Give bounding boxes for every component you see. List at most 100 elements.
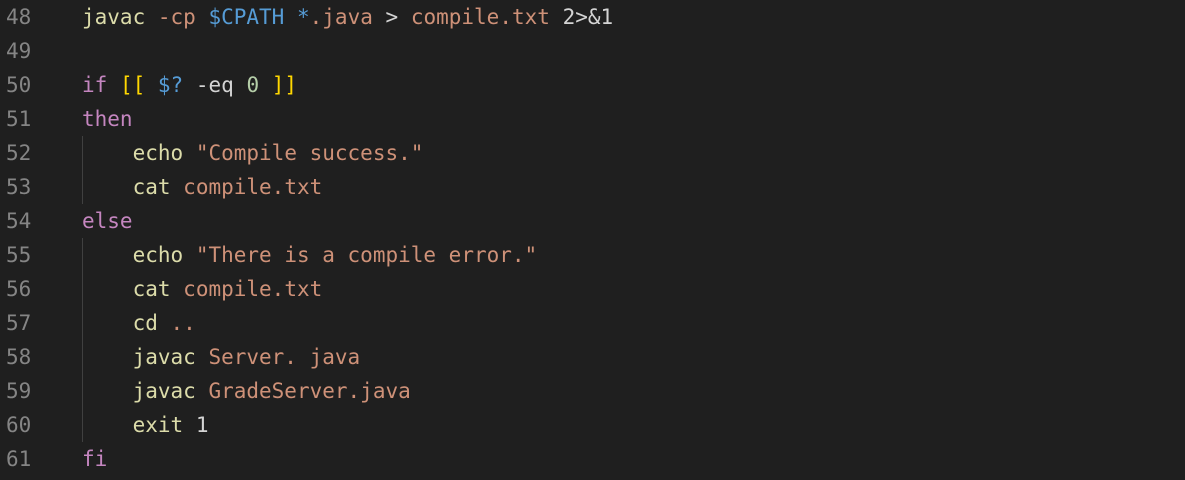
code-line[interactable]: 61 fi [0,442,1185,476]
code-line[interactable]: 56 cat compile.txt [0,272,1185,306]
code-line[interactable]: 49 [0,34,1185,68]
code-token-plain: -eq [195,73,234,97]
line-number: 57 [6,311,32,335]
code-token-num: 0 [246,73,260,97]
line-code: echo "There is a compile error." [82,238,538,272]
line-code: javac GradeServer.java [82,374,411,408]
code-token-br1: [[ [119,73,146,97]
line-code: exit 1 [82,408,209,442]
code-line[interactable]: 48 javac -cp $CPATH *.java > compile.txt … [0,0,1185,34]
code-token-plain: 2>&1 [562,5,614,29]
line-number: 59 [6,379,32,403]
line-code: fi [82,442,107,476]
line-code: cat compile.txt [82,170,323,204]
line-number: 51 [6,107,32,131]
code-token-cmd: exit [132,413,184,437]
indent-guide-else [82,238,83,442]
code-token-cmd: cd [132,311,158,335]
code-line[interactable]: 54 else [0,204,1185,238]
code-token-op: > [385,5,399,29]
code-token-cmd: javac [132,379,196,403]
line-number: 53 [6,175,32,199]
code-line[interactable]: 59 javac GradeServer.java [0,374,1185,408]
line-code: then [82,102,133,136]
code-token-kw: else [82,209,133,233]
code-token-str: .. [170,311,196,335]
code-token-cmd: echo [132,243,184,267]
line-number: 50 [6,73,32,97]
code-line[interactable]: 52 echo "Compile success." [0,136,1185,170]
line-number: 61 [6,447,32,471]
code-token-var: $CPATH [208,5,285,29]
code-token-br1: ]] [271,73,298,97]
code-token-str: compile.txt [183,277,323,301]
code-token-str: "There is a compile error." [195,243,538,267]
line-number: 60 [6,413,32,437]
code-token-kw: then [82,107,133,131]
code-token-str: Server. [208,345,297,369]
code-token-str: "Compile success." [195,141,424,165]
code-line[interactable]: 55 echo "There is a compile error." [0,238,1185,272]
code-line[interactable]: 53 cat compile.txt [0,170,1185,204]
line-number: 56 [6,277,32,301]
line-number: 58 [6,345,32,369]
code-token-str: .java [309,5,373,29]
code-token-var: $? [157,73,184,97]
line-code: echo "Compile success." [82,136,424,170]
line-number: 48 [6,5,32,29]
line-number: 54 [6,209,32,233]
code-token-cmd: echo [132,141,184,165]
code-token-var: * [296,5,310,29]
line-number: 49 [6,39,32,63]
line-number: 52 [6,141,32,165]
code-line[interactable]: 57 cd .. [0,306,1185,340]
code-editor[interactable]: 48 javac -cp $CPATH *.java > compile.txt … [0,0,1185,480]
code-token-kw: if [82,73,108,97]
line-code: cd .. [82,306,196,340]
code-line[interactable]: 50 if [[ $? -eq 0 ]] [0,68,1185,102]
code-token-cmd: cat [132,175,171,199]
code-token-cmd: javac [132,345,196,369]
code-line[interactable]: 58 javac Server. java [0,340,1185,374]
code-token-str: -cp [157,5,196,29]
code-token-cmd: javac [82,5,146,29]
indent-guide-then [82,136,83,204]
line-code: cat compile.txt [82,272,323,306]
code-line[interactable]: 51 then [0,102,1185,136]
code-token-kw: fi [82,447,108,471]
line-code: if [[ $? -eq 0 ]] [82,68,297,102]
line-code: javac Server. java [82,340,361,374]
code-line[interactable]: 60 exit 1 [0,408,1185,442]
line-code: else [82,204,133,238]
code-token-cmd: cat [132,277,171,301]
code-token-str: GradeServer.java [208,379,411,403]
line-code: javac -cp $CPATH *.java > compile.txt 2>… [82,0,613,34]
code-token-str: java [309,345,361,369]
